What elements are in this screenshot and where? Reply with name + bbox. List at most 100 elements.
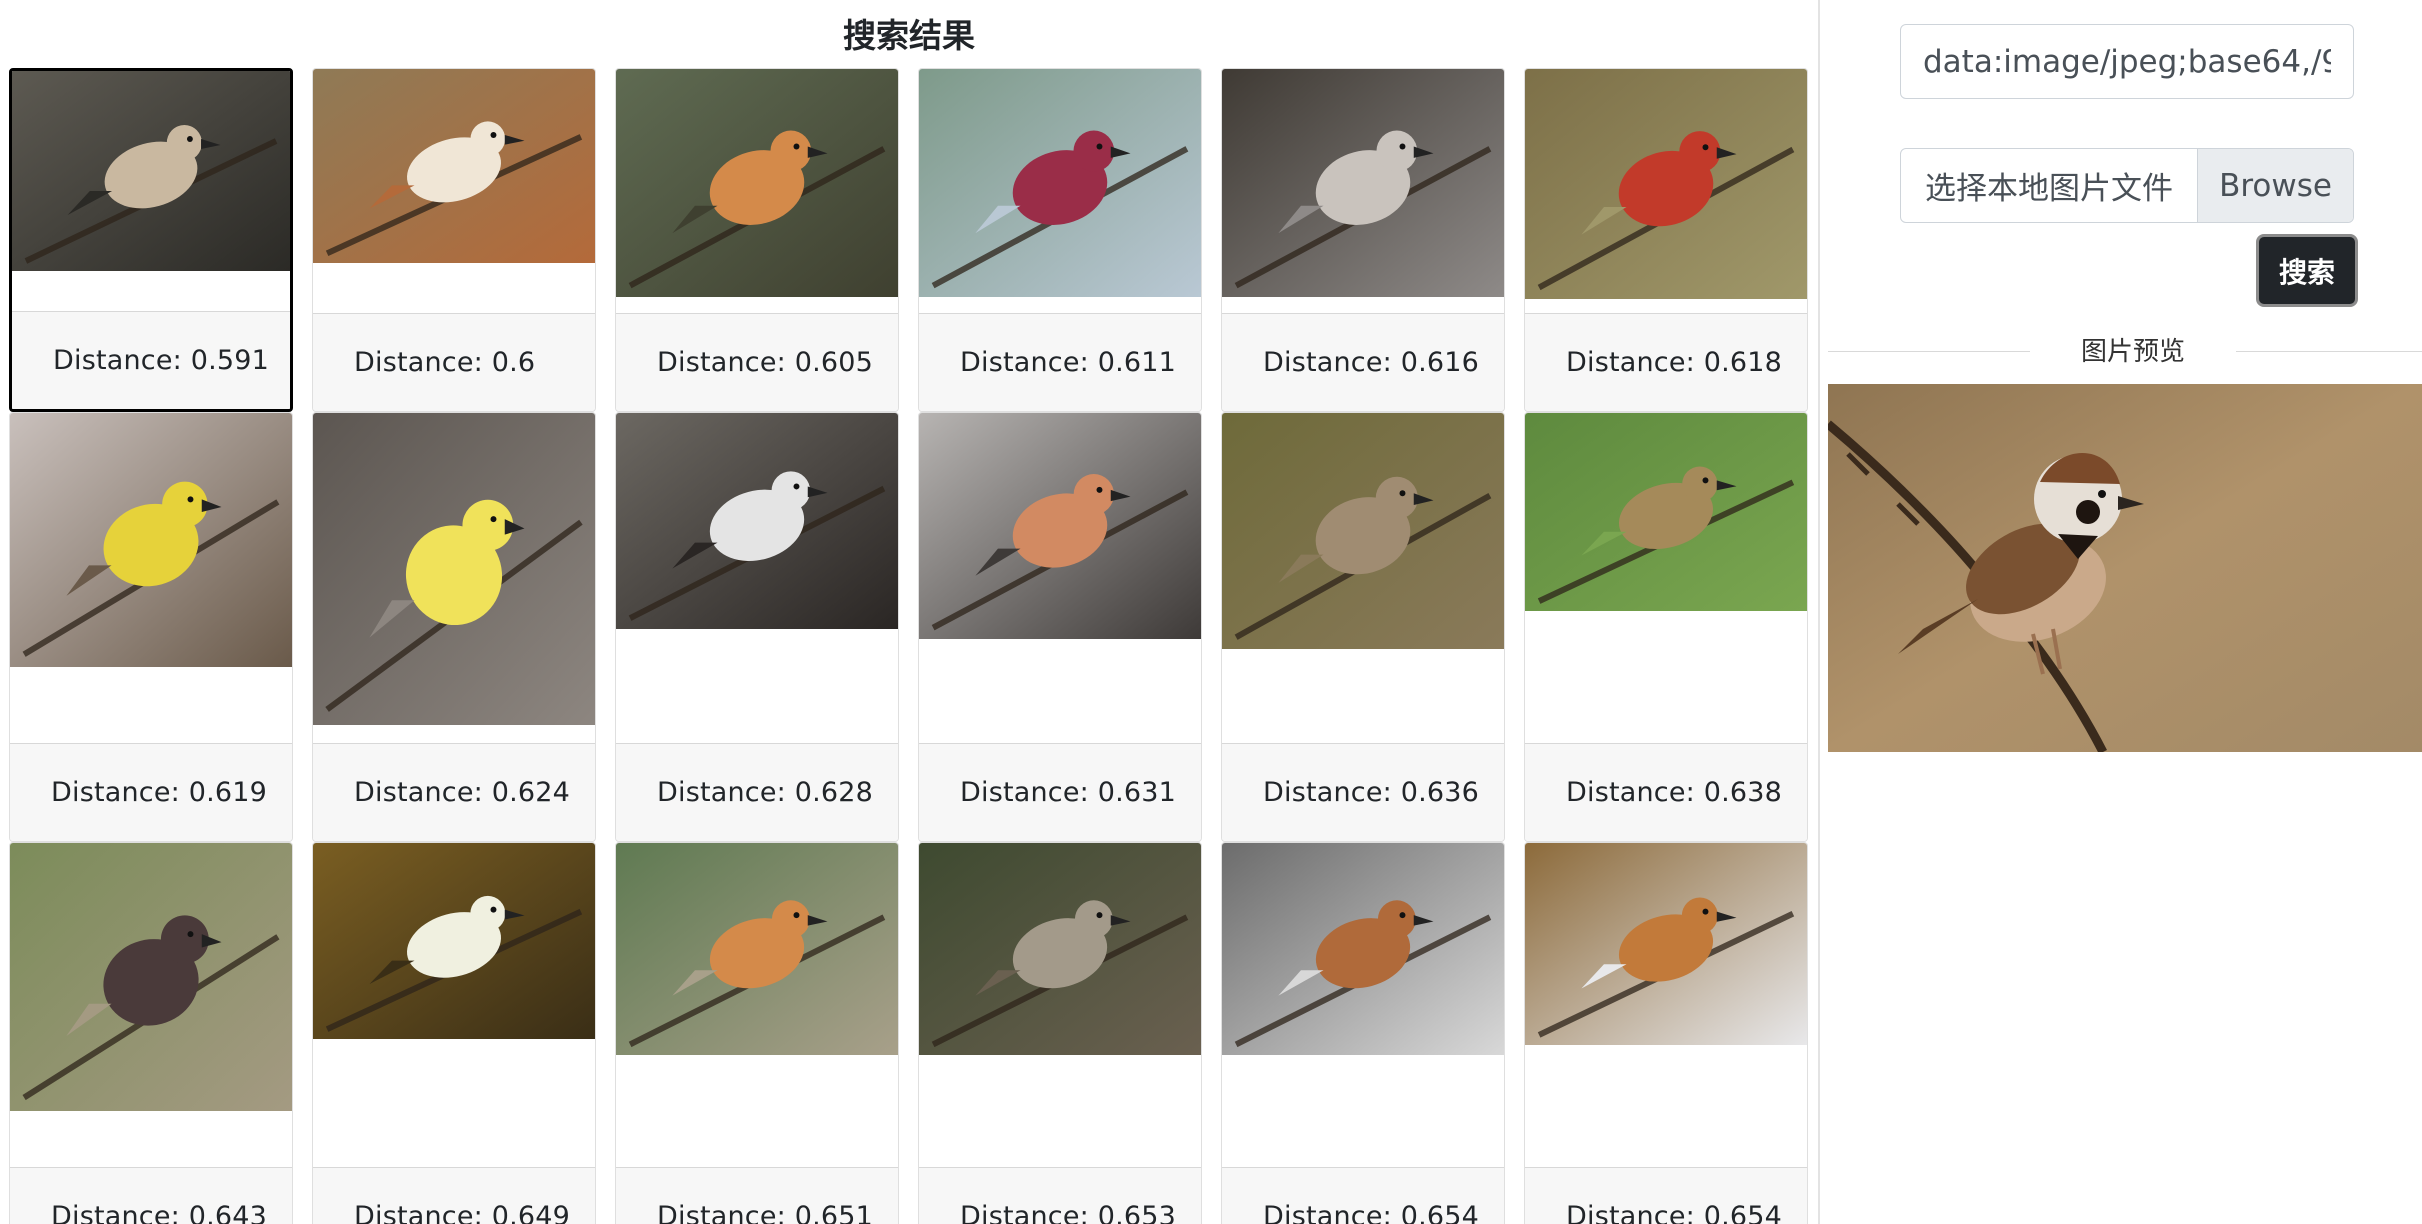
result-card-17[interactable]: Distance: 0.654 (1221, 842, 1505, 1224)
result-card-footer: Distance: 0.6 (313, 313, 595, 411)
result-card-footer: Distance: 0.605 (616, 313, 898, 411)
browse-button[interactable]: Browse (2197, 149, 2353, 222)
distance-label: Distance: 0.651 (657, 1201, 874, 1224)
goldfinch-european-icon (1525, 69, 1807, 299)
search-button[interactable]: 搜索 (2256, 234, 2358, 307)
distance-label: Distance: 0.616 (1263, 347, 1480, 378)
result-card-5[interactable]: Distance: 0.616 (1221, 68, 1505, 412)
preview-image (1828, 384, 2422, 752)
goldfinch-on-twig-icon (10, 413, 292, 667)
result-card-11[interactable]: Distance: 0.636 (1221, 412, 1505, 842)
preview-heading: 图片预览 (2080, 337, 2185, 367)
result-thumbnail[interactable] (1525, 843, 1807, 1045)
black-white-bird-icon (616, 413, 898, 629)
result-thumbnail[interactable] (1222, 69, 1504, 297)
file-picker-label[interactable]: 选择本地图片文件 (1901, 149, 2197, 222)
file-picker[interactable]: 选择本地图片文件 Browse (1900, 148, 2354, 223)
garden-spider-icon (313, 843, 595, 1039)
distance-label: Distance: 0.611 (960, 347, 1177, 378)
result-card-7[interactable]: Distance: 0.619 (9, 412, 293, 842)
result-card-16[interactable]: Distance: 0.653 (918, 842, 1202, 1224)
result-card-footer: Distance: 0.618 (1525, 313, 1807, 411)
distance-label: Distance: 0.605 (657, 347, 874, 378)
brambling-in-snow-icon (1525, 843, 1807, 1045)
distance-label: Distance: 0.638 (1566, 777, 1783, 808)
distance-label: Distance: 0.643 (51, 1201, 268, 1224)
result-thumbnail[interactable] (313, 413, 595, 725)
result-thumbnail[interactable] (313, 69, 595, 263)
american-goldfinch-icon (313, 413, 595, 725)
distance-label: Distance: 0.653 (960, 1201, 1177, 1224)
result-card-footer: Distance: 0.654 (1525, 1167, 1807, 1224)
sparrow-in-brush-icon (1222, 413, 1504, 649)
result-card-9[interactable]: Distance: 0.628 (615, 412, 899, 842)
distance-label: Distance: 0.631 (960, 777, 1177, 808)
distance-label: Distance: 0.649 (354, 1201, 571, 1224)
result-card-2[interactable]: Distance: 0.6 (312, 68, 596, 412)
image-url-input[interactable] (1900, 24, 2354, 99)
distance-label: Distance: 0.654 (1263, 1201, 1480, 1224)
result-thumbnail[interactable] (1222, 413, 1504, 649)
bird-in-snowy-tree-icon (1222, 843, 1504, 1055)
preview-divider-line-left (1828, 351, 2030, 352)
result-card-footer: Distance: 0.628 (616, 743, 898, 841)
result-card-10[interactable]: Distance: 0.631 (918, 412, 1202, 842)
result-thumbnail[interactable] (919, 413, 1201, 639)
distance-label: Distance: 0.636 (1263, 777, 1480, 808)
result-thumbnail[interactable] (10, 413, 292, 667)
result-card-footer: Distance: 0.616 (1222, 313, 1504, 411)
result-thumbnail[interactable] (1525, 413, 1807, 611)
purple-finch-icon (919, 69, 1201, 297)
brambling-on-rock-icon (616, 843, 898, 1055)
result-thumbnail[interactable] (12, 71, 290, 271)
bird-in-grass-icon (1525, 413, 1807, 611)
result-thumbnail[interactable] (919, 843, 1201, 1055)
result-card-footer: Distance: 0.649 (313, 1167, 595, 1224)
result-thumbnail[interactable] (616, 843, 898, 1055)
result-card-footer: Distance: 0.611 (919, 313, 1201, 411)
result-card-footer: Distance: 0.636 (1222, 743, 1504, 841)
result-thumbnail[interactable] (313, 843, 595, 1039)
result-card-footer: Distance: 0.631 (919, 743, 1201, 841)
brambling-at-feeder-icon (313, 69, 595, 263)
result-card-4[interactable]: Distance: 0.611 (918, 68, 1202, 412)
brambling-on-log-icon (12, 71, 290, 271)
result-thumbnail[interactable] (616, 69, 898, 297)
result-card-12[interactable]: Distance: 0.638 (1524, 412, 1808, 842)
distance-label: Distance: 0.654 (1566, 1201, 1783, 1224)
result-card-15[interactable]: Distance: 0.651 (615, 842, 899, 1224)
preview-divider: 图片预览 (1828, 336, 2422, 368)
distance-label: Distance: 0.6 (354, 347, 536, 378)
brambling-on-ground-icon (616, 69, 898, 297)
result-thumbnail[interactable] (1222, 843, 1504, 1055)
result-card-14[interactable]: Distance: 0.649 (312, 842, 596, 1224)
distance-label: Distance: 0.591 (53, 345, 270, 376)
bullfinch-in-snow-icon (919, 413, 1201, 639)
result-thumbnail[interactable] (616, 413, 898, 629)
image-search-page: 搜索结果 Distance: 0.591 Distance: 0.6 Dista… (0, 0, 2422, 1224)
result-thumbnail[interactable] (10, 843, 292, 1111)
distance-label: Distance: 0.619 (51, 777, 268, 808)
hornbill-icon (919, 843, 1201, 1055)
result-card-footer: Distance: 0.591 (12, 311, 290, 409)
results-grid: Distance: 0.591 Distance: 0.6 Distance: … (9, 68, 1811, 1224)
result-card-6[interactable]: Distance: 0.618 (1524, 68, 1808, 412)
search-panel: 选择本地图片文件 Browse 搜索 图片预览 (1820, 0, 2422, 1224)
result-card-footer: Distance: 0.638 (1525, 743, 1807, 841)
result-card-8[interactable]: Distance: 0.624 (312, 412, 596, 842)
distance-label: Distance: 0.628 (657, 777, 874, 808)
result-card-18[interactable]: Distance: 0.654 (1524, 842, 1808, 1224)
result-card-footer: Distance: 0.624 (313, 743, 595, 841)
result-card-3[interactable]: Distance: 0.605 (615, 68, 899, 412)
bird-on-dry-stems-icon (10, 843, 292, 1111)
result-card-13[interactable]: Distance: 0.643 (9, 842, 293, 1224)
result-card-1[interactable]: Distance: 0.591 (9, 68, 293, 412)
result-thumbnail[interactable] (1525, 69, 1807, 299)
preview-divider-line-right (2236, 351, 2422, 352)
result-thumbnail[interactable] (919, 69, 1201, 297)
distance-label: Distance: 0.618 (1566, 347, 1783, 378)
distance-label: Distance: 0.624 (354, 777, 571, 808)
result-card-footer: Distance: 0.654 (1222, 1167, 1504, 1224)
results-title: 搜索结果 (843, 16, 975, 55)
result-card-footer: Distance: 0.651 (616, 1167, 898, 1224)
